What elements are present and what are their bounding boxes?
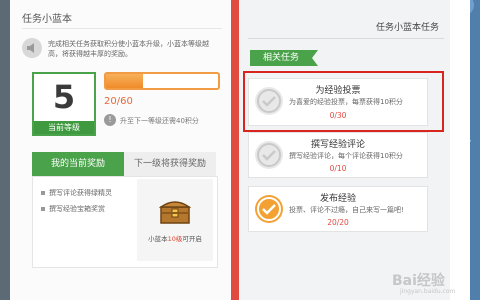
progress-text: 20/60 [104, 96, 133, 107]
next-reward-label: 小蓝本10级可开启 [137, 233, 213, 243]
level-value: 5 [52, 78, 76, 116]
list-item: 撰写经验宝箱奖赏 [41, 203, 112, 219]
left-panel-title: 任务小蓝本 [22, 14, 72, 25]
highlight-box [243, 71, 444, 132]
list-item: 撰写评论获得绿精灵 [41, 187, 112, 203]
task-desc: 撰写经验评论，每个评论获得10积分 [289, 152, 403, 160]
task-name[interactable]: 撰写经验评论 [249, 137, 427, 150]
tab-my-rewards[interactable]: 我的当前奖励 [32, 152, 124, 176]
reward-item-label: 撰写经验宝箱奖赏 [49, 205, 105, 213]
divider [22, 28, 222, 29]
next-level-note: 升至下一等级还需40积分 [120, 117, 199, 125]
level-box: 5 当前等级 [32, 72, 96, 136]
task-count: 20/20 [327, 218, 349, 227]
progress-bar [104, 72, 220, 90]
reward-list: 撰写评论获得绿精灵 撰写经验宝箱奖赏 [41, 187, 112, 219]
right-panel-title: 任务小蓝本任务 [376, 23, 440, 33]
progress-fill [106, 74, 143, 88]
speaker-icon [22, 38, 42, 58]
tab-next-rewards[interactable]: 下一级将获得奖励 [124, 152, 216, 176]
reward-panel: 撰写评论获得绿精灵 撰写经验宝箱奖赏 小蓝本10级可开启 [32, 176, 218, 268]
description-text: 完成相关任务获取积分使小蓝本升级，小蓝本等级越高，将获得越丰厚的奖励。 [48, 40, 209, 58]
reward-item-label: 撰写评论获得绿精灵 [49, 189, 112, 197]
next-reward-suffix: 可开启 [182, 235, 202, 243]
next-reward-prefix: 小蓝本 [148, 235, 168, 243]
task-card-comment[interactable]: 撰写经验评论 撰写经验评论，每个评论获得10积分 0/10 [248, 132, 428, 178]
watermark-logo: Bai经验 [392, 273, 445, 289]
task-card-publish[interactable]: 发布经验 投票、评论不过瘾，自己来写一篇吧! 20/20 [248, 186, 428, 232]
next-reward-box: 小蓝本10级可开启 [137, 179, 213, 261]
task-name[interactable]: 发布经验 [249, 191, 427, 204]
next-reward-level: 10级 [167, 235, 183, 243]
task-count: 0/10 [329, 164, 347, 173]
panel-divider [231, 0, 239, 300]
divider [248, 38, 444, 39]
section-ribbon: 相关任务 [250, 50, 318, 66]
level-label: 当前等级 [34, 121, 94, 134]
task-desc: 投票、评论不过瘾，自己来写一篇吧! [289, 206, 404, 214]
info-icon: ! [104, 114, 116, 126]
treasure-chest-icon [159, 201, 191, 224]
watermark-url: jingyan.baidu.com [400, 288, 456, 295]
